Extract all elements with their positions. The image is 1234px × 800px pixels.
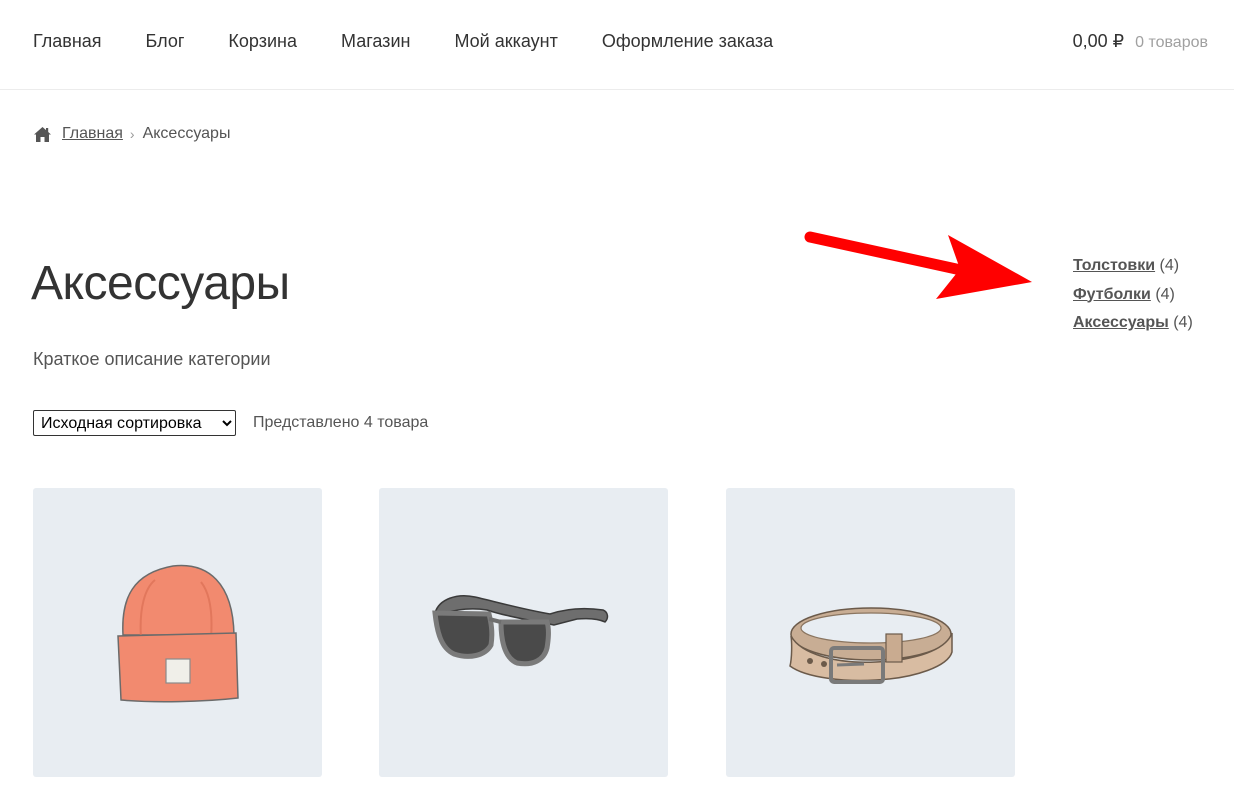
product-categories-widget: Толстовки (4) Футболки (4) Аксессуары (4… bbox=[1073, 252, 1193, 338]
result-count: Представлено 4 товара bbox=[253, 414, 429, 431]
cart-amount: 0,00 ₽ bbox=[1072, 31, 1125, 51]
cart-item-count: 0 товаров bbox=[1135, 34, 1208, 51]
product-card-beanie[interactable] bbox=[33, 488, 322, 777]
nav-item-blog[interactable]: Блог bbox=[146, 29, 185, 53]
category-count: (4) bbox=[1155, 285, 1175, 303]
nav-item-my-account[interactable]: Мой аккаунт bbox=[454, 29, 557, 53]
sort-select[interactable]: Исходная сортировка bbox=[33, 410, 236, 436]
belt-image bbox=[789, 607, 953, 684]
primary-navigation: Главная Блог Корзина Магазин Мой аккаунт… bbox=[33, 29, 817, 53]
category-count: (4) bbox=[1159, 257, 1180, 274]
page-title: Аксессуары bbox=[31, 257, 290, 310]
nav-item-home[interactable]: Главная bbox=[33, 29, 102, 53]
breadcrumb-separator: › bbox=[129, 126, 135, 142]
nav-item-shop[interactable]: Магазин bbox=[341, 29, 410, 53]
category-description: Краткое описание категории bbox=[33, 349, 271, 369]
breadcrumb: Главная › Аксессуары bbox=[33, 123, 230, 145]
breadcrumb-current: Аксессуары bbox=[142, 125, 231, 142]
product-card-belt[interactable] bbox=[726, 488, 1015, 777]
sort-toolbar: Исходная сортировка Представлено 4 товар… bbox=[33, 410, 428, 436]
nav-item-cart[interactable]: Корзина bbox=[228, 29, 297, 53]
home-icon bbox=[34, 126, 51, 142]
category-item: Футболки (4) bbox=[1073, 281, 1193, 310]
category-count: (4) bbox=[1173, 314, 1193, 331]
red-arrow-annotation bbox=[804, 231, 1032, 299]
category-link-tshirts[interactable]: Футболки bbox=[1073, 286, 1151, 303]
category-link-accessories[interactable]: Аксессуары bbox=[1073, 314, 1169, 331]
nav-item-checkout[interactable]: Оформление заказа bbox=[602, 29, 773, 53]
category-item: Аксессуары (4) bbox=[1073, 309, 1193, 338]
beanie-image bbox=[117, 564, 239, 703]
header-cart[interactable]: 0,00 ₽ 0 товаров bbox=[1073, 29, 1208, 55]
site-header: Главная Блог Корзина Магазин Мой аккаунт… bbox=[0, 0, 1234, 90]
category-link-hoodies[interactable]: Толстовки bbox=[1073, 257, 1155, 274]
product-card-sunglasses[interactable] bbox=[379, 488, 668, 777]
category-item: Толстовки (4) bbox=[1073, 252, 1193, 281]
breadcrumb-home-link[interactable]: Главная bbox=[62, 123, 123, 145]
sunglasses-image bbox=[432, 595, 609, 667]
